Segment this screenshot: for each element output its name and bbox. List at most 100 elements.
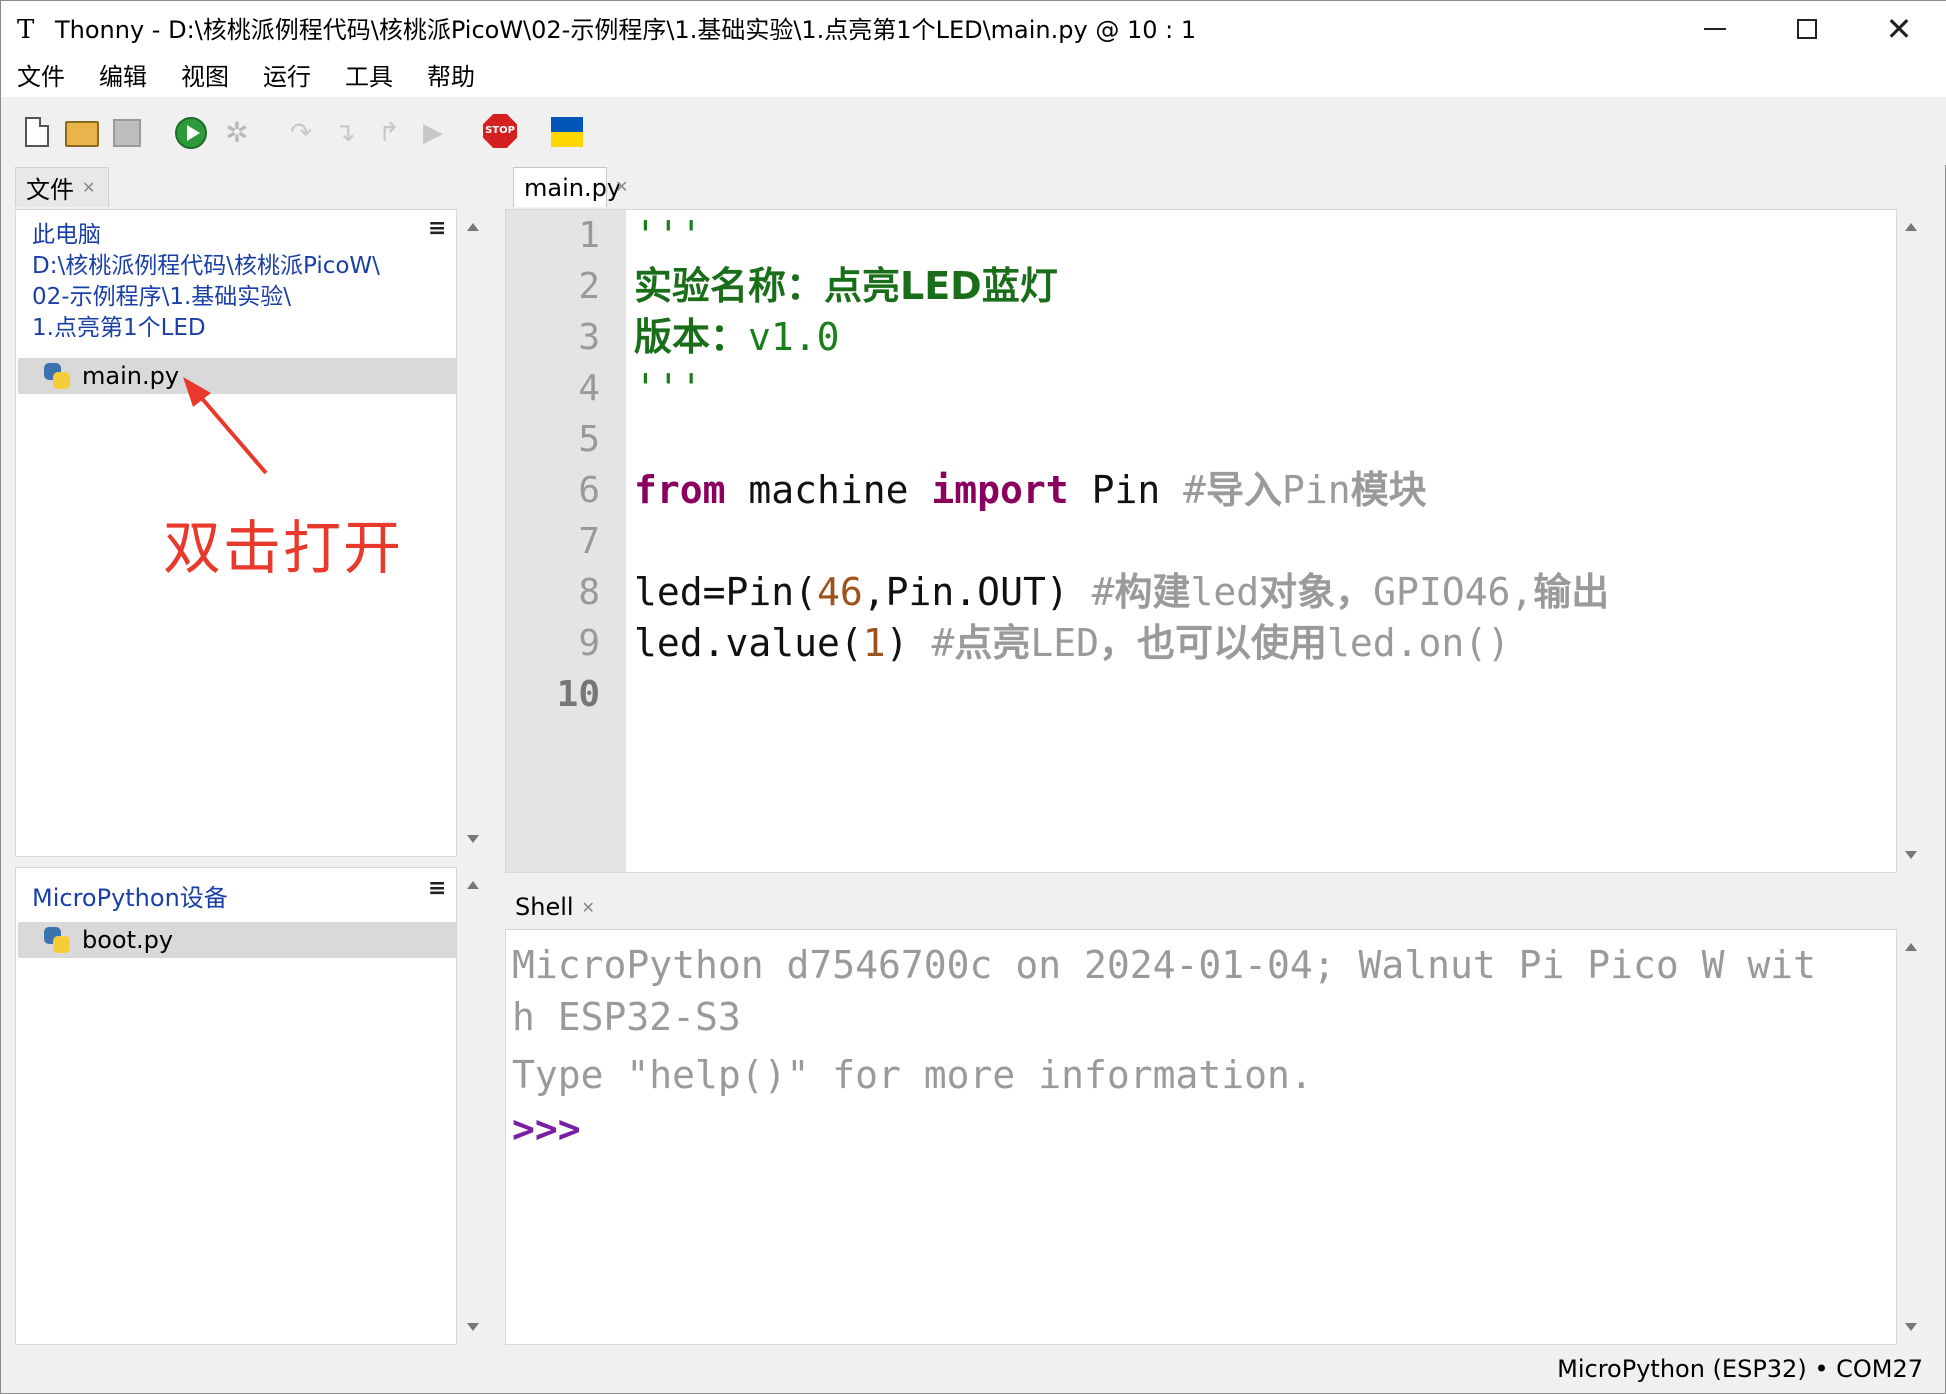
code-token: led.on(): [1327, 621, 1511, 665]
menu-run[interactable]: 运行: [263, 57, 311, 97]
device-menu-icon[interactable]: ≡: [428, 876, 446, 901]
line-number: 3: [578, 317, 600, 358]
device-pane: MicroPython设备 ≡ boot.py: [15, 867, 457, 1345]
shell-console[interactable]: MicroPython d7546700c on 2024-01-04; Wal…: [505, 929, 1897, 1345]
code-token: from: [634, 468, 726, 512]
minimize-icon: [1704, 28, 1726, 30]
code-token: v1.0: [748, 315, 840, 359]
debug-icon[interactable]: ✲: [221, 117, 253, 149]
code-token: #: [1091, 570, 1115, 614]
ukraine-flag-icon[interactable]: [551, 117, 583, 147]
step-over-icon[interactable]: ↷: [285, 117, 317, 149]
code-line: led.value(1) #点亮LED，也可以使用led.on(): [634, 618, 1510, 669]
thonny-window: T Thonny - D:\核桃派例程代码\核桃派PicoW\02-示例程序\1…: [0, 0, 1946, 1394]
code-token: 模块: [1350, 468, 1427, 512]
menu-file[interactable]: 文件: [17, 57, 65, 97]
code-editor[interactable]: 1 2 3 4 5 6 7 8 9 10 ''' 实验名称：点亮LED蓝灯 版本…: [505, 209, 1897, 873]
python-file-icon: [44, 363, 70, 389]
path-segment[interactable]: 1.点亮第1个LED: [32, 313, 206, 344]
code-token: 1: [862, 621, 886, 665]
device-title[interactable]: MicroPython设备: [32, 878, 228, 913]
shell-output: MicroPython d7546700c on 2024-01-04; Wal…: [512, 943, 1817, 987]
code-token: Pin: [1068, 468, 1184, 512]
code-token: ''': [634, 213, 703, 257]
thonny-app-icon: T: [17, 15, 35, 45]
code-token: machine: [725, 468, 932, 512]
annotation-text: 双击打开: [163, 514, 404, 582]
code-token: ，也可以使用: [1098, 621, 1327, 665]
tab-shell[interactable]: Shell ✕: [505, 887, 603, 927]
maximize-icon: [1797, 19, 1817, 39]
window-title: Thonny - D:\核桃派例程代码\核桃派PicoW\02-示例程序\1.基…: [55, 16, 1197, 44]
tab-files-label: 文件: [26, 176, 74, 204]
code-line: led=Pin(46,Pin.OUT) #构建led对象，GPIO46,输出: [634, 567, 1609, 618]
python-file-icon: [44, 927, 70, 953]
tab-main-py[interactable]: main.py: [513, 167, 621, 207]
file-item-boot-py[interactable]: boot.py: [18, 922, 456, 958]
code-token: 点亮: [954, 621, 1031, 665]
line-number: 8: [578, 572, 600, 613]
code-token: led: [1190, 570, 1260, 614]
minimize-button[interactable]: [1669, 1, 1761, 57]
interpreter-status[interactable]: MicroPython (ESP32) • COM27: [1557, 1355, 1923, 1383]
close-icon: ✕: [1885, 10, 1913, 48]
line-number-gutter: 1 2 3 4 5 6 7 8 9 10: [506, 210, 626, 872]
line-number: 1: [578, 215, 600, 256]
line-number: 9: [578, 623, 600, 664]
code-token: ''': [634, 366, 703, 410]
code-token: 实验名称：点亮LED蓝灯: [634, 264, 1058, 308]
code-token: Pin: [1282, 468, 1351, 512]
code-line: 版本：v1.0: [634, 312, 840, 363]
menu-help[interactable]: 帮助: [427, 57, 475, 97]
close-button[interactable]: ✕: [1853, 1, 1945, 57]
code-token: #: [931, 621, 955, 665]
step-into-icon[interactable]: ↴: [329, 117, 361, 149]
line-number: 6: [578, 470, 600, 511]
code-line: ''': [634, 210, 703, 261]
menu-edit[interactable]: 编辑: [99, 57, 147, 97]
open-file-icon[interactable]: [65, 121, 99, 147]
shell-output: Type "help()" for more information.: [512, 1053, 1313, 1097]
tab-shell-label: Shell: [515, 893, 574, 921]
tab-close-icon[interactable]: ✕: [615, 177, 628, 196]
menu-bar: 文件 编辑 视图 运行 工具 帮助: [1, 57, 1946, 97]
line-number: 7: [578, 521, 600, 562]
step-out-icon[interactable]: ↱: [373, 117, 405, 149]
menu-tools[interactable]: 工具: [345, 57, 393, 97]
code-token: 对象，: [1259, 570, 1374, 614]
code-token: ): [885, 621, 932, 665]
annotation-arrow: [183, 377, 268, 475]
code-token: ,Pin.OUT): [862, 570, 1092, 614]
shell-scrollbar[interactable]: [1897, 929, 1929, 1345]
code-line: from machine import Pin #导入Pin模块: [634, 465, 1427, 516]
files-scrollbar[interactable]: [459, 209, 487, 857]
code-line: 实验名称：点亮LED蓝灯: [634, 261, 1058, 312]
code-token: 导入: [1205, 468, 1282, 512]
new-file-icon[interactable]: [25, 117, 49, 147]
run-icon[interactable]: [175, 117, 207, 149]
maximize-button[interactable]: [1761, 1, 1853, 57]
code-line: ''': [634, 363, 703, 414]
code-token: #: [1183, 468, 1206, 512]
device-scrollbar[interactable]: [459, 867, 487, 1345]
path-segment[interactable]: D:\核桃派例程代码\核桃派PicoW\: [32, 251, 380, 282]
files-tabbar: 文件 ✕: [15, 167, 499, 207]
tab-files[interactable]: 文件 ✕: [15, 167, 109, 207]
code-token: LED: [1030, 621, 1099, 665]
computer-link[interactable]: 此电脑: [32, 220, 101, 251]
tab-close-icon[interactable]: ✕: [82, 178, 95, 197]
line-number-current: 10: [556, 674, 600, 715]
stop-icon[interactable]: STOP: [483, 114, 517, 148]
resume-icon[interactable]: ▶: [417, 117, 449, 149]
files-menu-icon[interactable]: ≡: [428, 216, 446, 241]
code-token: GPIO46,: [1373, 570, 1534, 614]
line-number: 5: [578, 419, 600, 460]
save-file-icon[interactable]: [113, 119, 141, 147]
editor-scrollbar[interactable]: [1897, 209, 1929, 873]
path-segment[interactable]: 02-示例程序\1.基础实验\: [32, 282, 291, 313]
tab-close-icon[interactable]: ✕: [582, 898, 595, 917]
menu-view[interactable]: 视图: [181, 57, 229, 97]
line-number: 2: [578, 266, 600, 307]
code-token: import: [931, 468, 1069, 512]
shell-output: h ESP32-S3: [512, 995, 741, 1039]
